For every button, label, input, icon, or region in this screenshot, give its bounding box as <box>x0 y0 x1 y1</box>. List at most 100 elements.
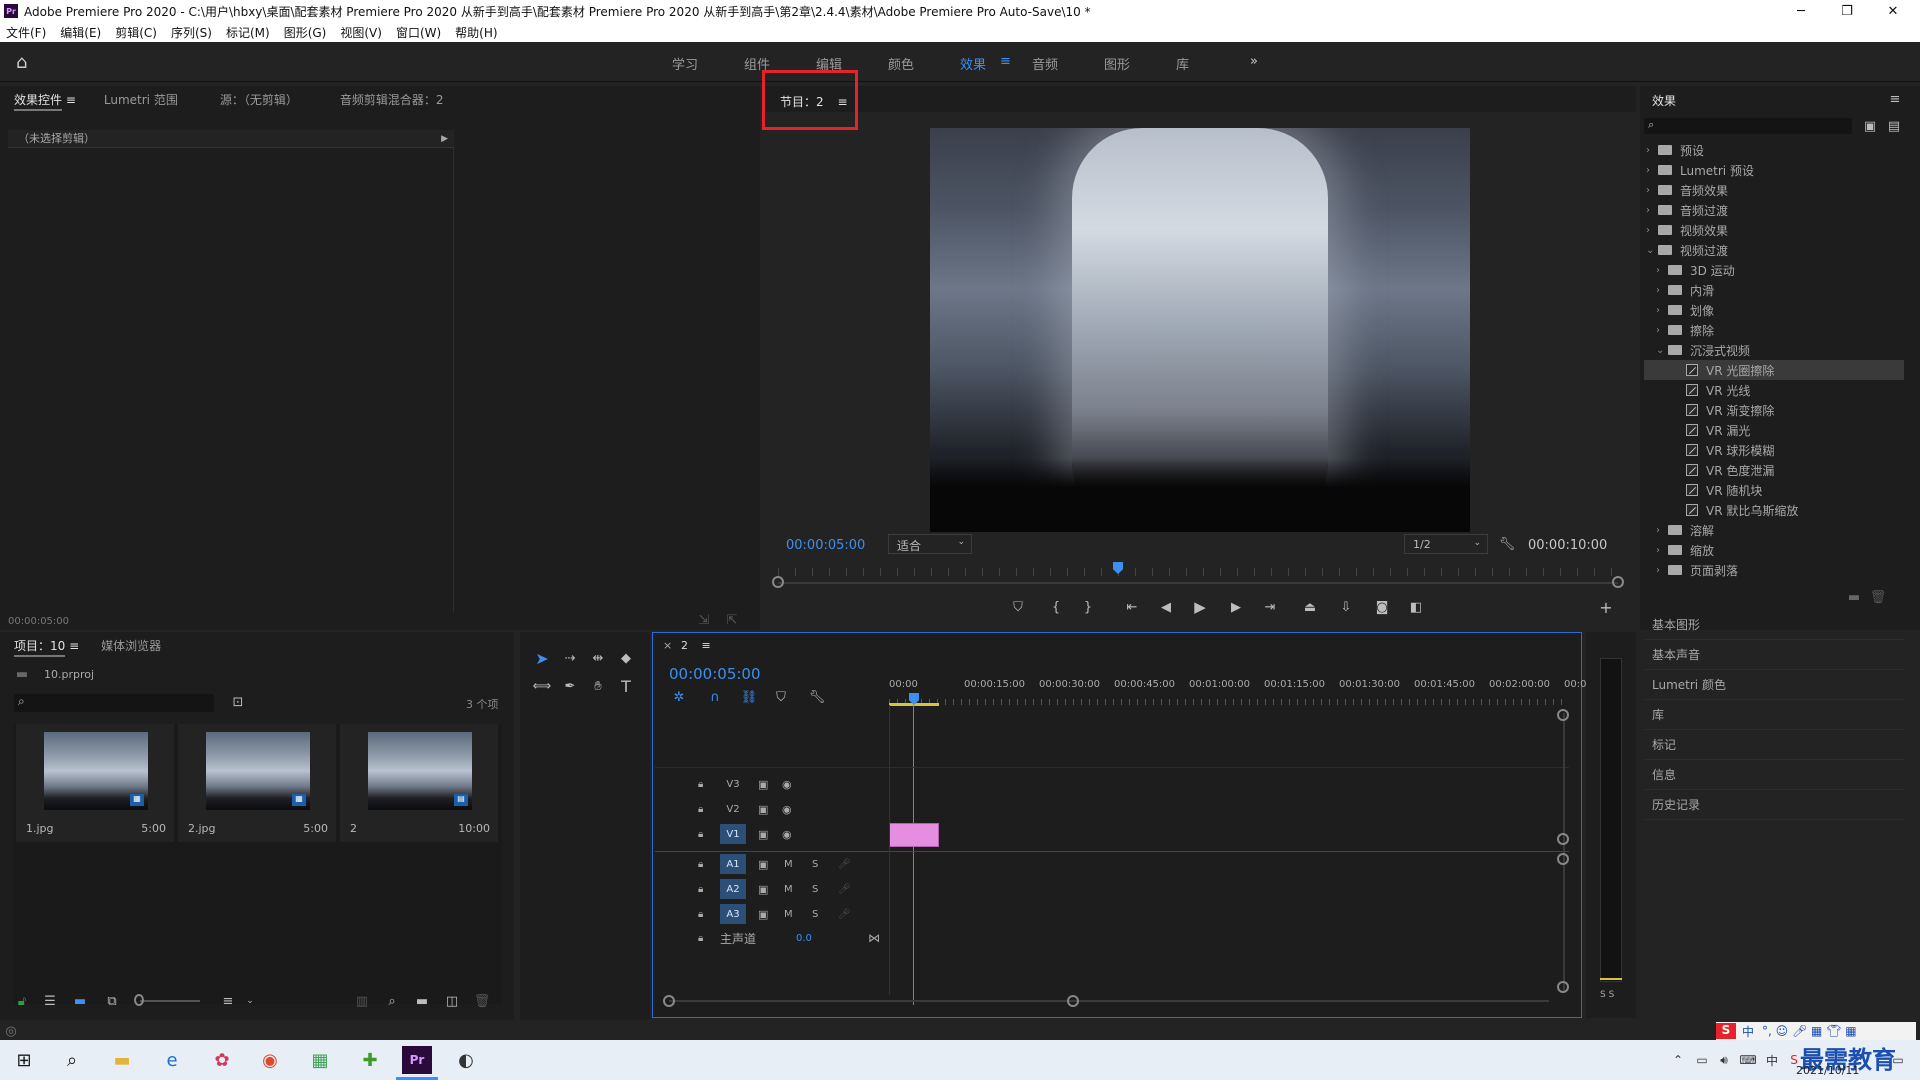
horizontal-scrollbar[interactable] <box>669 1000 1549 1002</box>
zoom-start-handle[interactable] <box>772 576 784 588</box>
master-track-header[interactable]: 🔒︎ 主声道 0.0 ⋈ <box>658 926 888 950</box>
comparison-view-icon[interactable]: ◧ <box>1406 598 1426 616</box>
chevron-right-icon[interactable]: › <box>1656 545 1668 556</box>
eye-icon[interactable]: ◉ <box>782 803 792 816</box>
workspace-more-icon[interactable]: » <box>1250 54 1258 69</box>
track-select-tool-icon[interactable]: ⇢ <box>560 648 580 668</box>
store-icon[interactable]: ▦ <box>306 1046 334 1074</box>
effects-tree-item[interactable]: VR 色度泄漏 <box>1644 460 1904 480</box>
chevron-right-icon[interactable]: › <box>1656 285 1668 296</box>
ime-tools-icon[interactable]: °, ☺ 🎤︎ ▦ 👕︎ ▦ <box>1762 1024 1857 1038</box>
ime-mode[interactable]: 中 <box>1742 1023 1754 1040</box>
chevron-right-icon[interactable]: › <box>1646 225 1658 236</box>
effects-tree-item[interactable]: VR 漏光 <box>1644 420 1904 440</box>
chevron-right-icon[interactable]: › <box>1656 265 1668 276</box>
vscroll-handle-top[interactable] <box>1557 709 1569 721</box>
add-marker-icon[interactable]: ⛉ <box>1008 598 1028 616</box>
media-app-icon[interactable]: ◐ <box>452 1046 480 1074</box>
fit-dropdown[interactable]: 适合 ⌄ <box>888 534 972 554</box>
thumbnail-size-handle[interactable] <box>134 994 144 1006</box>
timeline-add-marker-icon[interactable]: ⛉ <box>773 689 789 705</box>
effects-new-folder-icon[interactable]: ▬ <box>1846 590 1862 605</box>
effects-tree-item[interactable]: › 划像 <box>1644 300 1904 320</box>
timeline-close-icon[interactable]: × <box>663 639 672 652</box>
edge-browser-icon[interactable]: e <box>158 1046 186 1074</box>
vscroll-handle-bottom[interactable] <box>1557 981 1569 993</box>
sogou-ime-icon[interactable]: S <box>1716 1023 1736 1039</box>
track-lock-icon[interactable]: 🔒︎ <box>698 933 703 944</box>
go-to-out-icon[interactable]: ⇥ <box>1260 598 1280 616</box>
tab-source[interactable]: 源：（无剪辑） <box>220 91 298 108</box>
icon-view-icon[interactable]: ▬ <box>72 994 88 1009</box>
expand-triangle-icon[interactable]: ▶ <box>441 130 448 148</box>
close-icon[interactable]: ✕ <box>1870 0 1916 22</box>
taskbar-search-icon[interactable]: ⌕ <box>58 1046 86 1074</box>
program-ruler[interactable] <box>778 568 1618 576</box>
effects-tree-item[interactable]: VR 随机块 <box>1644 480 1904 500</box>
effects-tree-item[interactable]: ⌄ 沉浸式视频 <box>1644 340 1904 360</box>
tab-lumetri-scopes[interactable]: Lumetri 范围 <box>104 91 178 108</box>
resolution-dropdown[interactable]: 1/2 ⌄ <box>1404 534 1488 554</box>
workspace-libraries[interactable]: 库 <box>1176 54 1189 73</box>
tab-sequence[interactable]: 2 ≡ <box>681 639 711 652</box>
lift-icon[interactable]: ⏏︎ <box>1300 598 1320 616</box>
go-to-end-icon[interactable]: ⋈ <box>868 931 880 945</box>
notifications-icon[interactable]: ▭ <box>1884 1046 1912 1074</box>
new-item-icon[interactable]: ◫ <box>444 994 460 1009</box>
effects-tree-item[interactable]: VR 光线 <box>1644 380 1904 400</box>
menu-file[interactable]: 文件(F) <box>6 24 46 41</box>
effects-tree-item[interactable]: › 擦除 <box>1644 320 1904 340</box>
wrench-icon[interactable]: 🔧︎ <box>1498 534 1516 554</box>
file-explorer-icon[interactable]: ▬ <box>108 1046 136 1074</box>
menu-sequence[interactable]: 序列(S) <box>171 24 212 41</box>
track-header[interactable]: 🔒︎ A3 ▣ M S 🎤︎ <box>658 902 888 926</box>
minimize-icon[interactable]: ─ <box>1778 0 1824 22</box>
mic-icon[interactable]: 🎤︎ <box>838 909 851 920</box>
effects-tree-item[interactable]: VR 光圈擦除 <box>1644 360 1904 380</box>
chevron-right-icon[interactable]: › <box>1646 205 1658 216</box>
workspace-effects[interactable]: 效果 <box>960 54 986 73</box>
linked-selection-icon[interactable]: ⛓︎ <box>741 689 758 705</box>
chevron-right-icon[interactable]: › <box>1656 305 1668 316</box>
audio-sync-icon[interactable]: ▣ <box>758 883 768 896</box>
mute-button[interactable]: M <box>784 859 793 870</box>
list-view-icon[interactable]: ☰ <box>42 994 58 1009</box>
track-header[interactable]: 🔒︎ A1 ▣ M S 🎤︎ <box>658 852 888 876</box>
home-icon[interactable]: ⌂ <box>16 52 38 73</box>
tab-project[interactable]: 项目：10 ≡ <box>14 637 79 657</box>
master-volume[interactable]: 0.0 <box>796 933 812 944</box>
step-back-icon[interactable]: ◀︎ <box>1156 598 1176 616</box>
hscroll-handle-left[interactable] <box>663 995 675 1007</box>
project-item[interactable]: ▦ 2.jpg 5:00 <box>178 724 336 842</box>
v1-clip[interactable] <box>889 823 939 847</box>
type-tool-icon[interactable]: T <box>616 676 636 696</box>
workspace-learn[interactable]: 学习 <box>672 54 698 73</box>
track-lock-icon[interactable]: 🔒︎ <box>698 804 703 815</box>
effects-tree-item[interactable]: › 3D 运动 <box>1644 260 1904 280</box>
eye-icon[interactable]: ◉ <box>782 828 792 841</box>
track-target-badge[interactable]: V1 <box>720 824 746 844</box>
vscroll-handle-audio[interactable] <box>1557 853 1569 865</box>
track-lock-icon[interactable]: 🔒︎ <box>698 859 703 870</box>
video-sync-icon[interactable]: ▣ <box>758 828 768 841</box>
clear-icon[interactable]: 🗑︎ <box>474 994 491 1009</box>
effects-tree-item[interactable]: › 溶解 <box>1644 520 1904 540</box>
chevron-right-icon[interactable]: › <box>1646 185 1658 196</box>
project-item[interactable]: ▤ 2 10:00 <box>340 724 498 842</box>
effects-tree-item[interactable]: VR 球形模糊 <box>1644 440 1904 460</box>
chevron-right-icon[interactable]: › <box>1656 525 1668 536</box>
track-target-badge[interactable]: A3 <box>720 904 746 924</box>
new-bin-folder-icon[interactable]: ▬ <box>414 994 430 1009</box>
video-sync-icon[interactable]: ▣ <box>758 803 768 816</box>
track-lock-icon[interactable]: 🔒︎ <box>698 884 703 895</box>
chevron-right-icon[interactable]: › <box>1656 565 1668 576</box>
tab-audio-clip-mixer[interactable]: 音频剪辑混合器：2 <box>340 91 444 108</box>
vscroll-handle-mid[interactable] <box>1557 833 1569 845</box>
track-lock-icon[interactable]: 🔒︎ <box>698 779 703 790</box>
audio-sync-icon[interactable]: ▣ <box>758 858 768 871</box>
side-panel-tab[interactable]: 标记 <box>1644 730 1904 760</box>
effects-tree-item[interactable]: › 缩放 <box>1644 540 1904 560</box>
selection-tool-icon[interactable]: ➤ <box>532 648 552 668</box>
mic-icon[interactable]: 🎤︎ <box>838 884 851 895</box>
mute-button[interactable]: M <box>784 909 793 920</box>
